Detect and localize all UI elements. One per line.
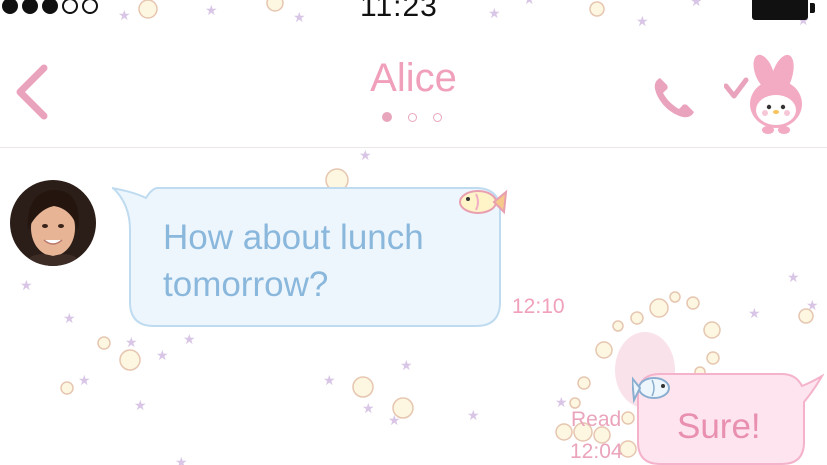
star-decoration: ★ xyxy=(183,331,196,347)
signal-dot-filled xyxy=(42,0,58,14)
bubble-decoration xyxy=(555,423,573,441)
bubble-decoration xyxy=(569,397,581,409)
star-decoration: ★ xyxy=(323,372,336,388)
fish-sticker-icon xyxy=(459,189,508,215)
bubble-decoration xyxy=(630,311,644,325)
star-decoration: ★ xyxy=(125,334,138,350)
phone-icon xyxy=(654,78,694,118)
bubble-decoration xyxy=(706,351,720,365)
star-decoration: ★ xyxy=(175,454,188,465)
status-time: 11:23 xyxy=(360,0,438,23)
header-divider xyxy=(0,147,827,148)
bubble-decoration xyxy=(352,376,374,398)
bubble-decoration xyxy=(798,308,814,324)
bubble-decoration xyxy=(595,341,613,359)
battery-icon xyxy=(752,0,808,20)
fish-sticker-icon xyxy=(632,376,670,404)
incoming-message-text: How about lunch tomorrow? xyxy=(163,218,424,304)
signal-dot-empty xyxy=(82,0,98,14)
page-dot xyxy=(408,112,417,122)
star-decoration: ★ xyxy=(748,305,761,321)
chat-title: Alice xyxy=(370,56,457,100)
signal-dot-filled xyxy=(22,0,38,14)
bubble-decoration xyxy=(577,376,591,390)
avatar[interactable] xyxy=(10,180,96,266)
page-dot-active xyxy=(382,112,392,122)
bubble-decoration xyxy=(686,296,700,310)
bubble-decoration xyxy=(119,349,141,371)
star-decoration: ★ xyxy=(156,347,169,363)
star-decoration: ★ xyxy=(362,400,375,416)
contact-photo-icon xyxy=(10,180,96,266)
signal-strength-icon xyxy=(2,0,98,14)
star-decoration: ★ xyxy=(467,407,480,423)
incoming-message-time: 12:10 xyxy=(512,295,565,318)
bubble-decoration xyxy=(621,411,635,425)
my-melody-mascot-icon xyxy=(723,54,802,134)
incoming-message-bubble[interactable]: How about lunch tomorrow? xyxy=(112,184,504,330)
star-decoration: ★ xyxy=(63,310,76,326)
outgoing-message-time: 12:04 xyxy=(570,440,623,463)
bubble-decoration xyxy=(60,381,74,395)
signal-dot-empty xyxy=(62,0,78,14)
bubble-decoration xyxy=(649,298,669,318)
status-bar: 11:23 xyxy=(0,0,827,30)
star-decoration: ★ xyxy=(787,269,800,285)
bubble-decoration xyxy=(612,320,624,332)
page-dot xyxy=(433,112,442,122)
star-decoration: ★ xyxy=(400,357,413,373)
bubble-decoration xyxy=(669,291,681,303)
star-decoration: ★ xyxy=(555,394,568,410)
bubble-decoration xyxy=(97,336,111,350)
bubble-decoration xyxy=(703,321,721,339)
star-decoration: ★ xyxy=(359,147,372,163)
battery-tip xyxy=(810,3,815,13)
mascot-menu-button[interactable] xyxy=(723,52,810,136)
call-button[interactable] xyxy=(650,74,698,122)
page-indicator xyxy=(382,112,442,122)
star-decoration: ★ xyxy=(78,372,91,388)
outgoing-message-text: Sure! xyxy=(677,407,761,446)
chat-header: Alice xyxy=(0,30,827,148)
read-receipt: Read xyxy=(571,408,622,431)
star-decoration: ★ xyxy=(134,397,147,413)
bubble-decoration xyxy=(392,397,414,419)
star-decoration: ★ xyxy=(20,277,33,293)
signal-dot-filled xyxy=(2,0,18,14)
